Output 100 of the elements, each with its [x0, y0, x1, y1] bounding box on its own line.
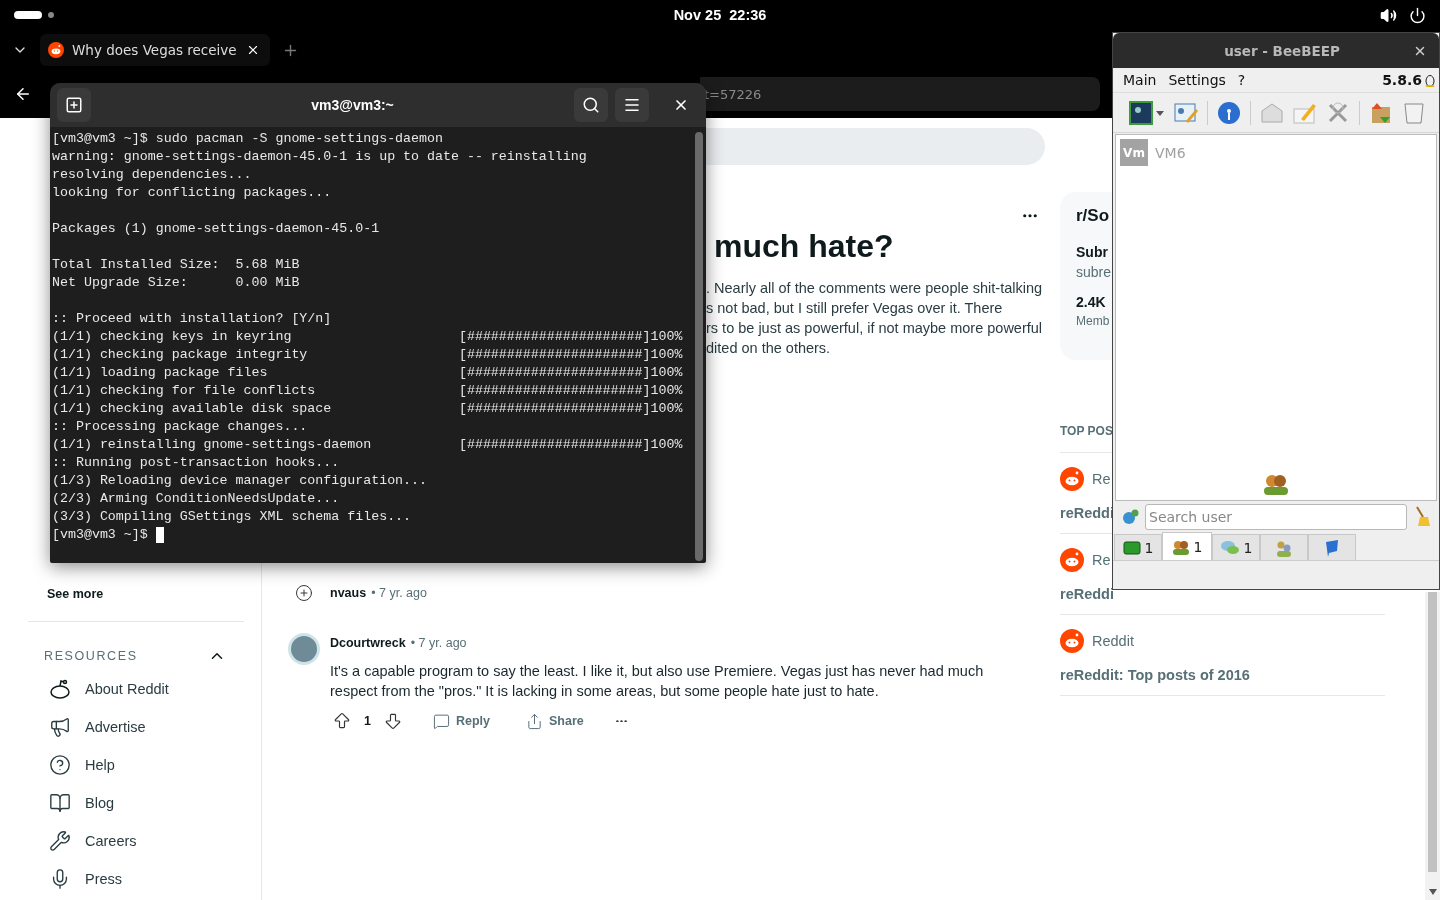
scrollbar[interactable]: [695, 132, 703, 561]
menu-item[interactable]: Settings: [1162, 72, 1232, 88]
share-icon: [526, 712, 543, 730]
top-post-link[interactable]: reReddit: Top posts of 2016: [1060, 667, 1250, 683]
menu-item[interactable]: Main: [1117, 72, 1163, 88]
window-title: vm3@vm3:~: [310, 97, 395, 113]
version-label: 5.8.6: [1382, 72, 1422, 88]
terminal-line: warning: gnome-settings-daemon-45.0-1 is up to date -- reinstalling: [52, 148, 587, 166]
alien-logo-icon: [1060, 548, 1084, 572]
alien-logo-icon: [1060, 467, 1084, 491]
ellipsis-icon: [615, 719, 627, 723]
post-source: Re: [1092, 471, 1111, 487]
scroll-down-arrow-icon[interactable]: [1428, 889, 1437, 895]
wrench-icon: [49, 830, 71, 852]
community-label: Subr: [1076, 244, 1108, 260]
comment-author[interactable]: Dcourtwreck: [330, 635, 406, 650]
more-options-button[interactable]: [613, 717, 629, 725]
scrollbar[interactable]: [1425, 592, 1440, 900]
address-field[interactable]: t=57226: [700, 77, 1100, 111]
terminal-line: Net Upgrade Size: 0.00 MiB: [52, 274, 300, 292]
panel-tab[interactable]: [1308, 534, 1356, 560]
comment-text: It's a capable program to say the least. I like it, but also use Premiere. Vegas just has never had much respect from the "pros." It is lacking in some areas, but some people hate just to hate.: [330, 661, 985, 701]
close-icon: [246, 43, 260, 57]
plus-square-icon: [65, 96, 83, 114]
panel-tab[interactable]: 1: [1162, 532, 1212, 560]
menu-button[interactable]: [615, 88, 649, 122]
scrollbar-thumb[interactable]: [1428, 592, 1437, 872]
alien-logo-icon: [1060, 629, 1084, 653]
terminal-line: (1/1) checking available disk space: [52, 400, 333, 418]
expand-comment-icon[interactable]: [295, 583, 313, 602]
search-icon: [582, 96, 600, 114]
progress-bar-text: [######################]: [458, 382, 651, 400]
vote-count: 1: [363, 714, 372, 728]
help-icon: [49, 754, 71, 776]
terminal-line: :: Running post-transaction hooks...: [52, 454, 340, 472]
terminal-line: Packages (1) gnome-settings-daemon-45.0-1: [52, 220, 380, 238]
member-label: Memb: [1076, 314, 1110, 328]
menu-icon: [623, 96, 641, 114]
progress-percent: 100%: [650, 382, 684, 400]
volume-icon[interactable]: [1380, 6, 1397, 24]
share-button[interactable]: Share: [518, 708, 592, 734]
terminal-line: [vm3@vm3 ~]$: [52, 526, 148, 544]
people-icon: [1261, 472, 1291, 496]
close-icon: [673, 97, 689, 113]
terminal-line: :: Proceed with installation? [Y/n]: [52, 310, 332, 328]
picture-icon: [1129, 100, 1165, 125]
member-count: 2.4K: [1076, 294, 1106, 310]
megaphone-icon: [49, 716, 71, 738]
search-field[interactable]: Search user: [1145, 504, 1407, 530]
more-options-button[interactable]: [1021, 212, 1039, 220]
sidebar-link[interactable]: Advertise: [28, 708, 244, 746]
terminal-line: (3/3) Compiling GSettings XML schema files...: [52, 508, 412, 526]
power-icon[interactable]: [1409, 6, 1426, 24]
broom-icon: [1413, 505, 1431, 529]
top-post-link[interactable]: reReddi: [1060, 586, 1114, 602]
search-button[interactable]: [574, 88, 608, 122]
terminal-line: (1/1) reinstalling gnome-settings-daemon: [52, 436, 373, 454]
terminal-line: resolving dependencies...: [52, 166, 252, 184]
terminal-line: (1/1) checking for file conflicts: [52, 382, 317, 400]
progress-bar-text: [######################]: [458, 364, 651, 382]
terminal-line: Total Installed Size: 5.68 MiB: [52, 256, 300, 274]
new-tab-button[interactable]: [57, 88, 91, 122]
search-field[interactable]: [706, 128, 1045, 165]
post-source: Re: [1092, 552, 1111, 568]
comment-author[interactable]: nvaus: [330, 585, 367, 600]
browser-tab[interactable]: Why does Vegas receive: [40, 34, 270, 66]
sidebar-link[interactable]: Careers: [28, 822, 244, 860]
terminal-line: (1/1) checking package integrity: [52, 346, 309, 364]
menu-item[interactable]: ?: [1231, 72, 1252, 88]
progress-bar-text: [######################]: [458, 346, 651, 364]
window-title: user - BeeBEEP: [1223, 42, 1341, 59]
sidebar-link[interactable]: Help: [28, 746, 244, 784]
clock[interactable]: Nov 25 22:36: [673, 7, 767, 23]
reply-button[interactable]: Reply: [424, 708, 498, 734]
community-name[interactable]: r/So: [1076, 206, 1110, 226]
user-avatar: Vm: [1120, 139, 1148, 166]
sidebar-link[interactable]: About Reddit: [28, 670, 244, 708]
workspace-dot[interactable]: [48, 12, 54, 18]
progress-percent: 100%: [650, 364, 684, 382]
sidebar-link[interactable]: Press: [28, 860, 244, 898]
post-title: much hate?: [714, 226, 894, 266]
terminal-line: [vm3@vm3 ~]$ sudo pacman -S gnome-settings-daemon: [52, 130, 443, 148]
post-body: . Nearly all of the comments were people shit-talking s not bad, but I still prefer Vegas over it. There rs to be just as powerful, if not maybe more powerful dited on the others.: [706, 278, 1043, 358]
progress-percent: 100%: [650, 400, 684, 418]
post-source: Reddit: [1092, 633, 1134, 649]
bin-icon: [1402, 100, 1426, 125]
ellipsis-icon: [1023, 214, 1037, 218]
workspace-pill[interactable]: [14, 11, 42, 19]
progress-bar-text: [######################]: [458, 400, 651, 418]
terminal-line: (2/3) Arming ConditionNeedsUpdate...: [52, 490, 340, 508]
comment-age: • 7 yr. ago: [371, 585, 427, 600]
sidebar-link[interactable]: Blog: [28, 784, 244, 822]
top-post-link[interactable]: reReddi: [1060, 505, 1114, 521]
progress-percent: 100%: [650, 436, 684, 454]
see-more-button[interactable]: See more: [28, 587, 104, 601]
section-heading: RESOURCES: [44, 649, 138, 663]
speech-bubble-icon: [432, 712, 450, 730]
panel-tab[interactable]: 1: [1114, 534, 1162, 560]
panel-tab[interactable]: 1: [1212, 534, 1260, 560]
progress-bar-text: [######################]: [458, 328, 651, 346]
